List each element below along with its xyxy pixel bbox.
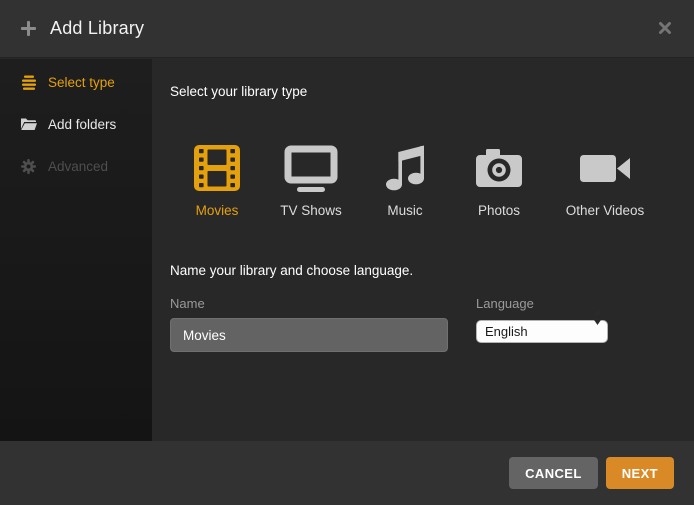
- name-field-label: Name: [170, 296, 448, 311]
- cancel-button[interactable]: CANCEL: [509, 457, 598, 489]
- library-type-photos[interactable]: Photos: [452, 144, 546, 218]
- sidebar-item-label: Add folders: [48, 117, 116, 132]
- library-type-other-videos[interactable]: Other Videos: [546, 144, 664, 218]
- language-field-group: Language English: [476, 296, 610, 352]
- sidebar-item-label: Advanced: [48, 159, 108, 174]
- type-section-title: Select your library type: [170, 83, 676, 100]
- gear-icon: [20, 159, 37, 174]
- video-camera-icon: [580, 144, 630, 192]
- library-type-tv-shows[interactable]: TV Shows: [264, 144, 358, 218]
- library-settings-fields: Name Language English: [170, 296, 676, 352]
- wizard-content: Select your library type Movies: [152, 59, 694, 441]
- library-type-label: Movies: [196, 203, 239, 218]
- list-type-icon: [20, 74, 37, 90]
- sidebar-item-advanced[interactable]: Advanced: [0, 145, 152, 187]
- library-type-label: Music: [387, 203, 422, 218]
- camera-icon: [476, 144, 523, 192]
- library-type-label: Other Videos: [566, 203, 645, 218]
- plus-icon: [20, 20, 37, 37]
- music-note-icon: [385, 144, 425, 192]
- library-type-label: TV Shows: [280, 203, 342, 218]
- folder-open-icon: [20, 117, 37, 131]
- sidebar-item-select-type[interactable]: Select type: [0, 61, 152, 103]
- close-icon[interactable]: [654, 17, 676, 39]
- sidebar-item-add-folders[interactable]: Add folders: [0, 103, 152, 145]
- dialog-header: Add Library: [0, 0, 694, 58]
- name-section-title: Name your library and choose language.: [170, 262, 676, 279]
- tv-icon: [284, 144, 338, 192]
- add-library-dialog: Add Library Select type Add folders: [0, 0, 694, 505]
- dialog-footer: CANCEL NEXT: [0, 441, 694, 505]
- sidebar-item-label: Select type: [48, 75, 115, 90]
- library-type-music[interactable]: Music: [358, 144, 452, 218]
- wizard-steps-sidebar: Select type Add folders: [0, 59, 152, 441]
- library-type-label: Photos: [478, 203, 520, 218]
- dialog-title: Add Library: [50, 18, 144, 39]
- library-type-movies[interactable]: Movies: [170, 144, 264, 218]
- library-name-input[interactable]: [170, 318, 448, 352]
- film-icon: [194, 144, 240, 192]
- language-field-label: Language: [476, 296, 610, 311]
- library-type-picker: Movies TV Shows: [170, 144, 676, 218]
- language-select[interactable]: English: [476, 320, 608, 343]
- name-field-group: Name: [170, 296, 448, 352]
- next-button[interactable]: NEXT: [606, 457, 674, 489]
